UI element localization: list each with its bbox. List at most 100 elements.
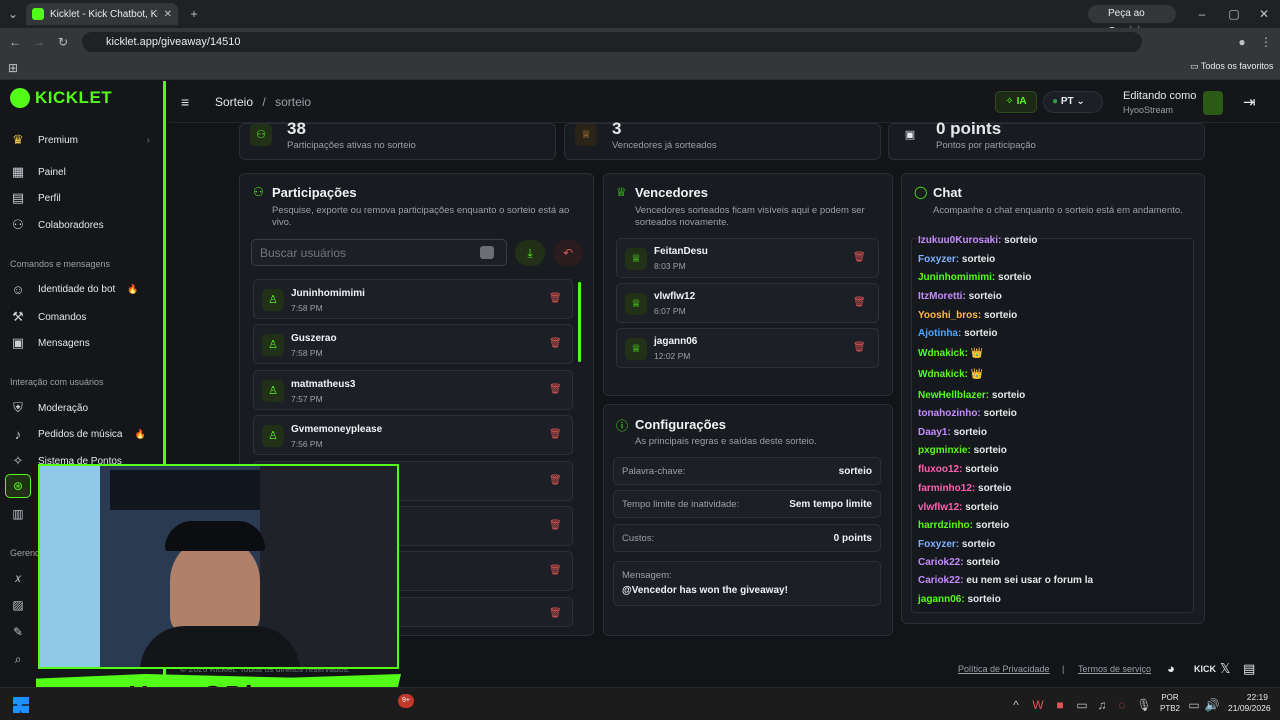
- shield-icon: ⛨: [13, 400, 23, 415]
- gemini-button[interactable]: Peça ao Gemini: [1088, 5, 1176, 37]
- cost-label: Custos:: [622, 533, 655, 544]
- participant-name: Gvmemoneyplease: [291, 424, 383, 435]
- headphones-icon[interactable]: ♫: [1094, 697, 1110, 713]
- sidebar-item-messages[interactable]: ▣ Mensagens: [10, 335, 150, 351]
- chat-username[interactable]: Wdnakick:: [918, 369, 968, 380]
- clock[interactable]: 22:19 21/09/2026: [1228, 692, 1271, 714]
- terms-link[interactable]: Termos de serviço: [1078, 664, 1151, 674]
- chat-username[interactable]: fluxoo12:: [918, 464, 962, 475]
- close-window-icon[interactable]: ✕: [1256, 6, 1272, 22]
- chat-username[interactable]: Yooshi_bros:: [918, 310, 981, 321]
- chat-username[interactable]: tonahozinho:: [918, 408, 981, 419]
- sidebar-item-commands[interactable]: ⚒ Comandos: [10, 309, 150, 325]
- sidebar-item-premium[interactable]: ♛ Premium ›: [10, 132, 150, 148]
- chat-username[interactable]: harrdzinho:: [918, 520, 973, 531]
- sidebar-item-colaboradores[interactable]: ⚇ Colaboradores: [10, 217, 150, 233]
- chat-username[interactable]: jagann06:: [918, 594, 965, 605]
- minimize-icon[interactable]: –: [1194, 6, 1210, 22]
- store-icon[interactable]: ▥: [10, 506, 26, 522]
- reset-button[interactable]: ↶: [553, 240, 583, 266]
- chat-username[interactable]: Foxyzer:: [918, 254, 959, 265]
- search-input[interactable]: [260, 244, 470, 262]
- trash-icon[interactable]: 🗑: [549, 565, 562, 576]
- maximize-icon[interactable]: ▢: [1226, 6, 1242, 22]
- chat-username[interactable]: pxgminxie:: [918, 445, 971, 456]
- url-field[interactable]: kicklet.app/giveaway/14510: [82, 32, 1142, 52]
- chat-username[interactable]: vlwflw12:: [918, 502, 962, 513]
- trash-icon[interactable]: 🗑: [549, 608, 562, 619]
- tab-search-icon[interactable]: ⌄: [5, 6, 21, 22]
- sidebar-item-perfil[interactable]: ▤ Perfil: [10, 190, 150, 206]
- tray-record-icon[interactable]: ■: [1052, 697, 1068, 713]
- trash-icon[interactable]: 🗑: [549, 429, 562, 440]
- user-avatar[interactable]: [1203, 91, 1223, 115]
- breadcrumb-parent[interactable]: Sorteio: [215, 95, 253, 109]
- edit-icon[interactable]: ✎: [10, 624, 26, 640]
- kicklet-logo[interactable]: KICKLET: [10, 88, 112, 108]
- export-download-button[interactable]: ⤓: [515, 240, 545, 266]
- new-tab-icon[interactable]: +: [186, 6, 202, 22]
- sidebar-item-song-requests[interactable]: ♪ Pedidos de música 🔥: [10, 427, 150, 442]
- sidebar-item-giveaway-active[interactable]: ⊛: [5, 474, 31, 498]
- browser-menu-icon[interactable]: ⋮: [1258, 34, 1274, 50]
- privacy-link[interactable]: Política de Privacidade: [958, 664, 1050, 674]
- chat-username[interactable]: ItzMoretti:: [918, 291, 966, 302]
- browser-tab[interactable]: Kicklet - Kick Chatbot, Kick Wi ✕: [26, 3, 178, 25]
- fire-icon: 🔥: [127, 284, 139, 294]
- search-logs-icon[interactable]: ⌕: [10, 651, 26, 667]
- chat-text: sorteio: [961, 254, 996, 265]
- kick-icon[interactable]: KICK: [1194, 664, 1216, 674]
- network-icon[interactable]: ▭: [1186, 697, 1202, 713]
- apps-grid-icon[interactable]: ⊞: [5, 60, 21, 76]
- trash-icon[interactable]: 🗑: [549, 384, 562, 395]
- chat-username[interactable]: Cariok22:: [918, 557, 964, 568]
- trash-icon[interactable]: 🗑: [853, 342, 866, 353]
- ai-button[interactable]: ✧ IA: [995, 91, 1037, 113]
- forward-icon[interactable]: →: [31, 34, 47, 50]
- logout-icon[interactable]: ⇥: [1243, 93, 1256, 111]
- stats-icon[interactable]: ▨: [10, 597, 26, 613]
- trash-icon[interactable]: 🗑: [853, 297, 866, 308]
- sidebar-item-bot-identity[interactable]: ☺ Identidade do bot 🔥: [10, 282, 150, 297]
- menu-toggle-icon[interactable]: ≡: [181, 94, 189, 110]
- tray-tablet-icon[interactable]: ▭: [1074, 697, 1090, 713]
- keyboard-language[interactable]: POR PTB2: [1160, 692, 1180, 714]
- tray-chevron-icon[interactable]: ^: [1008, 697, 1024, 713]
- document-icon[interactable]: ▤: [1243, 661, 1255, 677]
- back-icon[interactable]: ←: [7, 34, 23, 50]
- chat-bubble-icon: ◯: [914, 185, 928, 199]
- chat-username[interactable]: Wdnakick:: [918, 348, 968, 359]
- trash-icon[interactable]: 🗑: [549, 520, 562, 531]
- trash-icon[interactable]: 🗑: [853, 252, 866, 263]
- close-tab-icon[interactable]: ✕: [164, 9, 172, 20]
- profile-avatar[interactable]: ●: [1234, 34, 1250, 50]
- tray-sync-icon[interactable]: ◌: [1114, 697, 1130, 713]
- volume-icon[interactable]: 🔊: [1204, 697, 1220, 713]
- tray-app-icon[interactable]: W: [1030, 697, 1046, 713]
- windows-start-icon[interactable]: [13, 697, 29, 713]
- chat-username[interactable]: Ajotinha:: [918, 328, 961, 339]
- reload-icon[interactable]: ↻: [55, 34, 71, 50]
- language-selector[interactable]: ● PT ⌄: [1043, 91, 1103, 113]
- stat-value: 3: [612, 119, 622, 138]
- chat-username[interactable]: farminho12:: [918, 483, 975, 494]
- chat-username[interactable]: Juninhomimimi:: [918, 272, 995, 283]
- chat-username[interactable]: Daay1:: [918, 427, 951, 438]
- chat-username[interactable]: Izukuu0Kurosaki:: [918, 235, 1001, 246]
- scrollbar[interactable]: [578, 282, 581, 362]
- trash-icon[interactable]: 🗑: [549, 475, 562, 486]
- x-twitter-icon[interactable]: 𝕏: [1220, 661, 1230, 677]
- variables-icon[interactable]: 𝑥: [10, 570, 26, 586]
- chat-username[interactable]: Cariok22:: [918, 575, 964, 586]
- sidebar-item-moderation[interactable]: ⛨ Moderação: [10, 400, 150, 416]
- search-users-field[interactable]: [251, 239, 507, 266]
- sidebar-item-painel[interactable]: ▦ Painel: [10, 164, 150, 180]
- microphone-icon[interactable]: 🎙: [1136, 697, 1152, 713]
- chat-text: sorteio: [968, 291, 1002, 302]
- chat-username[interactable]: Foxyzer:: [918, 539, 959, 550]
- discord-icon[interactable]: ◕: [1167, 661, 1175, 676]
- trash-icon[interactable]: 🗑: [549, 338, 562, 349]
- all-favorites-link[interactable]: ▭ Todos os favoritos: [1190, 61, 1273, 72]
- trash-icon[interactable]: 🗑: [549, 293, 562, 304]
- chat-username[interactable]: NewHellblazer:: [918, 390, 989, 401]
